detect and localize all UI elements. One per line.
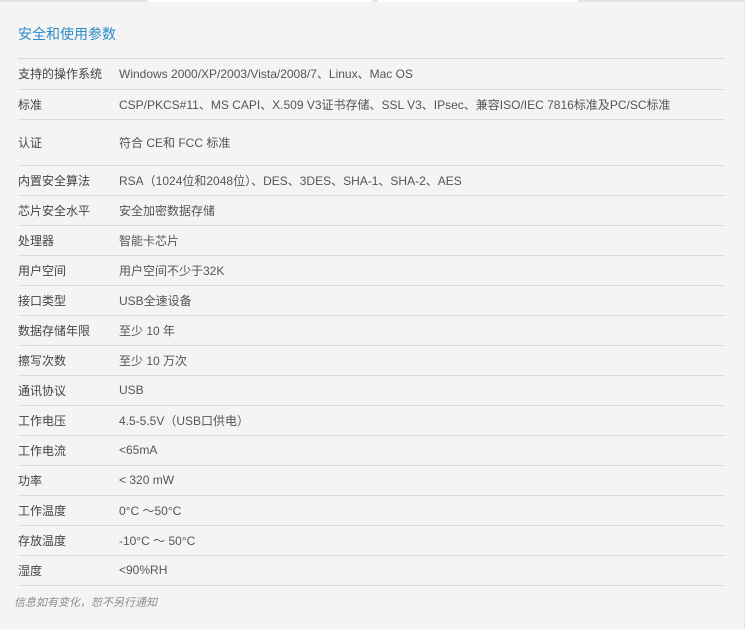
spec-label: 处理器 [18, 225, 119, 256]
section-title: 安全和使用参数 [18, 26, 116, 42]
spec-row: 标准 CSP/PKCS#11、MS CAPI、X.509 V3证书存储、SSL V… [18, 89, 725, 120]
spec-row: 功率 < 320 mW [18, 465, 725, 496]
spec-page: 安全和使用参数 支持的操作系统 Windows 2000/XP/2003/Vist… [0, 0, 745, 629]
spec-label: 用户空间 [18, 255, 119, 286]
spec-row: 接口类型 USB全速设备 [18, 285, 725, 316]
spec-value: < 320 mW [119, 465, 725, 496]
spec-value: USB全速设备 [119, 285, 725, 316]
spec-row: 芯片安全水平 安全加密数据存储 [18, 195, 725, 226]
spec-label: 工作电流 [18, 435, 119, 466]
spec-value: 至少 10 万次 [119, 345, 725, 376]
spec-label: 内置安全算法 [18, 165, 119, 196]
spec-value: RSA（1024位和2048位）、DES、3DES、SHA-1、SHA-2、AE… [119, 165, 725, 196]
spec-value: 符合 CE和 FCC 标准 [119, 119, 725, 166]
spec-row: 支持的操作系统 Windows 2000/XP/2003/Vista/2008/7… [18, 59, 725, 90]
spec-row: 工作温度 0°C ～50°C [18, 495, 725, 526]
spec-label: 标准 [18, 89, 119, 120]
spec-value: CSP/PKCS#11、MS CAPI、X.509 V3证书存储、SSL V3、… [119, 89, 725, 120]
top-divider [0, 0, 745, 2]
spec-value: -10°C ～ 50°C [119, 525, 725, 556]
spec-value: 0°C ～50°C [119, 495, 725, 526]
spec-row: 内置安全算法 RSA（1024位和2048位）、DES、3DES、SHA-1、SH… [18, 165, 725, 196]
footnote: 信息如有变化，恕不另行通知 [14, 597, 157, 609]
spec-value: 智能卡芯片 [119, 225, 725, 256]
spec-label: 存放温度 [18, 525, 119, 556]
spec-value: 至少 10 年 [119, 315, 725, 346]
spec-panel: 安全和使用参数 支持的操作系统 Windows 2000/XP/2003/Vist… [8, 14, 738, 614]
spec-row: 工作电压 4.5-5.5V（USB口供电） [18, 405, 725, 436]
spec-label: 认证 [18, 119, 119, 166]
spec-value: USB [119, 375, 725, 406]
spec-row: 认证 符合 CE和 FCC 标准 [18, 119, 725, 166]
spec-table-body: 支持的操作系统 Windows 2000/XP/2003/Vista/2008/7… [18, 59, 725, 586]
spec-row: 工作电流 <65mA [18, 435, 725, 466]
spec-row: 通讯协议 USB [18, 375, 725, 406]
spec-row: 擦写次数 至少 10 万次 [18, 345, 725, 376]
spec-label: 擦写次数 [18, 345, 119, 376]
spec-label: 湿度 [18, 555, 119, 586]
spec-row: 处理器 智能卡芯片 [18, 225, 725, 256]
spec-value: <90%RH [119, 555, 725, 586]
spec-label: 支持的操作系统 [18, 59, 119, 90]
spec-row: 用户空间 用户空间不少于32K [18, 255, 725, 286]
spec-label: 功率 [18, 465, 119, 496]
spec-label: 芯片安全水平 [18, 195, 119, 226]
spec-label: 接口类型 [18, 285, 119, 316]
spec-label: 工作温度 [18, 495, 119, 526]
spec-value: 安全加密数据存储 [119, 195, 725, 226]
spec-value: 用户空间不少于32K [119, 255, 725, 286]
spec-value: Windows 2000/XP/2003/Vista/2008/7、Linux、… [119, 59, 725, 90]
spec-table: 支持的操作系统 Windows 2000/XP/2003/Vista/2008/7… [18, 59, 725, 586]
spec-label: 数据存储年限 [18, 315, 119, 346]
spec-value: <65mA [119, 435, 725, 466]
spec-row: 存放温度 -10°C ～ 50°C [18, 525, 725, 556]
spec-label: 通讯协议 [18, 375, 119, 406]
spec-label: 工作电压 [18, 405, 119, 436]
spec-value: 4.5-5.5V（USB口供电） [119, 405, 725, 436]
spec-row: 数据存储年限 至少 10 年 [18, 315, 725, 346]
spec-row: 湿度 <90%RH [18, 555, 725, 586]
